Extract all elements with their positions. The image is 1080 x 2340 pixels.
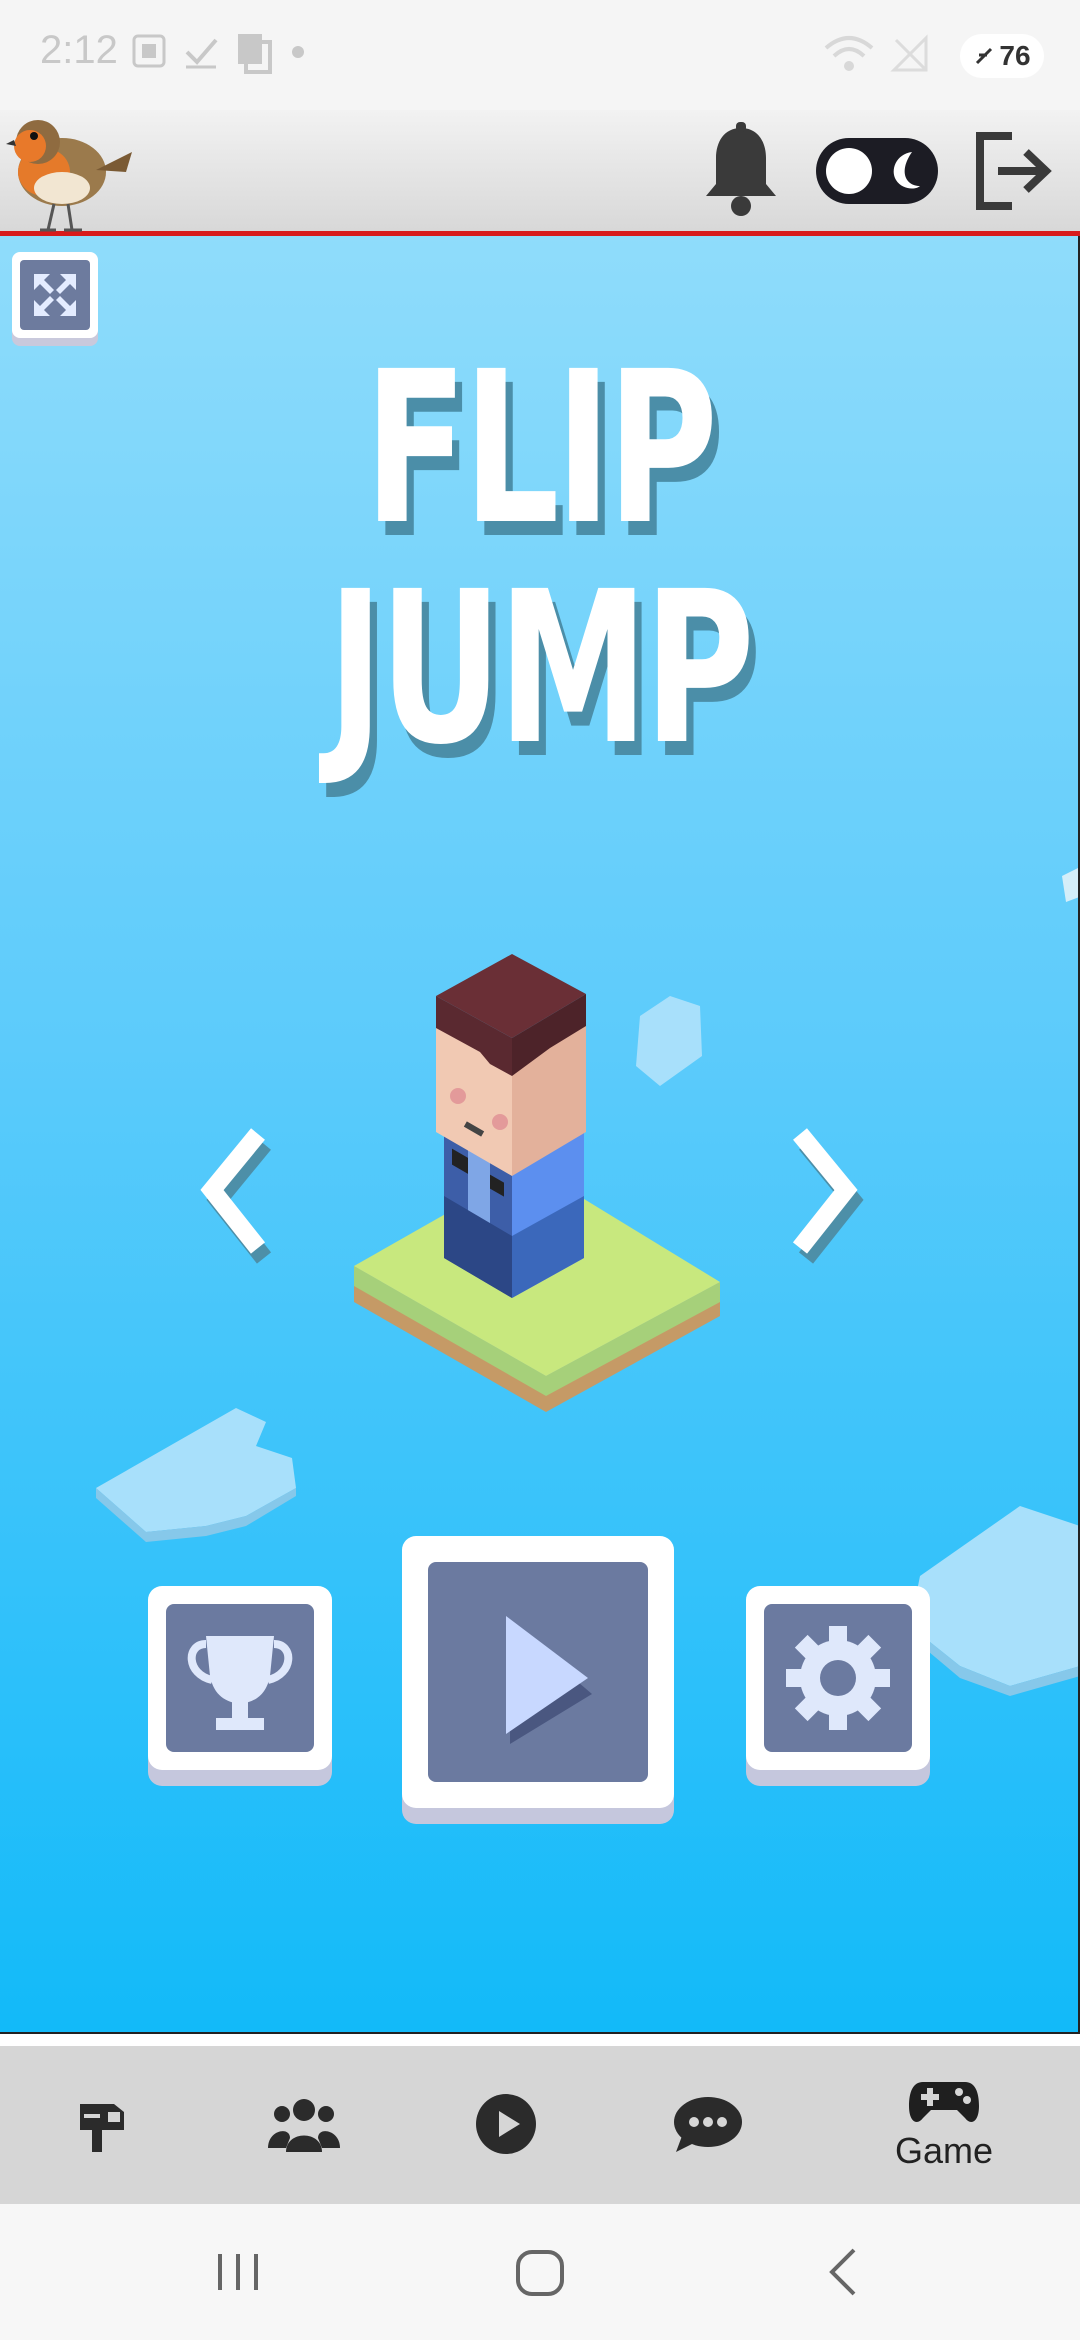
recent-apps-button[interactable] [214, 2242, 264, 2302]
settings-button-face [764, 1604, 912, 1752]
mailbox-icon [80, 2104, 124, 2152]
copy-icon [234, 32, 274, 81]
app-header [0, 110, 1080, 236]
status-bar: 2:12 76 [0, 0, 1080, 110]
back-button[interactable] [820, 2242, 870, 2302]
game-title-line2: JUMP [327, 546, 754, 791]
leaderboard-button-face [166, 1604, 314, 1752]
cloud-left [96, 1408, 296, 1542]
screenshot-icon [130, 32, 168, 81]
no-signal-icon [890, 34, 930, 79]
play-icon [506, 1616, 592, 1744]
fullscreen-button-face [20, 260, 90, 330]
nav-item-videos[interactable] [406, 2046, 606, 2204]
home-button[interactable] [512, 2242, 568, 2302]
users-icon [268, 2099, 340, 2152]
nav-item-game[interactable]: Game [844, 2046, 1044, 2204]
wifi-icon [824, 34, 874, 79]
play-circle-icon [476, 2094, 536, 2154]
bottom-nav: Game [0, 2046, 1080, 2204]
game-canvas[interactable]: FLIP JUMP [0, 236, 1080, 2034]
settings-button[interactable] [746, 1586, 930, 1770]
robin-logo[interactable] [4, 110, 134, 234]
battery-level: 76 [999, 40, 1031, 71]
nav-label-game: Game [894, 2130, 994, 2171]
play-button[interactable] [402, 1536, 674, 1808]
chat-icon [674, 2097, 742, 2152]
trophy-icon [187, 1636, 293, 1730]
bell-icon[interactable] [702, 122, 780, 218]
next-character-button[interactable] [780, 1126, 870, 1266]
nav-item-chat[interactable] [608, 2046, 808, 2204]
check-icon [182, 32, 220, 81]
leaderboard-button[interactable] [148, 1586, 332, 1770]
toggle-knob [826, 148, 872, 194]
game-title-line1: FLIP [364, 326, 718, 571]
logout-icon[interactable] [972, 128, 1054, 214]
status-time: 2:12 [40, 28, 118, 72]
system-nav-bar [0, 2204, 1080, 2340]
expand-icon [34, 274, 76, 316]
nav-item-friends[interactable] [204, 2046, 404, 2204]
battery-icon: 76 [960, 34, 1044, 78]
dark-mode-toggle[interactable] [816, 138, 938, 204]
gamepad-icon [909, 2082, 979, 2122]
character-preview [354, 954, 720, 1412]
prev-character-button[interactable] [196, 1126, 286, 1266]
moon-icon [893, 152, 920, 189]
dot-icon [288, 32, 308, 81]
play-button-face [428, 1562, 648, 1782]
nav-item-mail[interactable] [2, 2046, 202, 2204]
gear-icon [786, 1626, 890, 1730]
fullscreen-button[interactable] [12, 252, 98, 338]
cloud-edge [1062, 868, 1078, 902]
